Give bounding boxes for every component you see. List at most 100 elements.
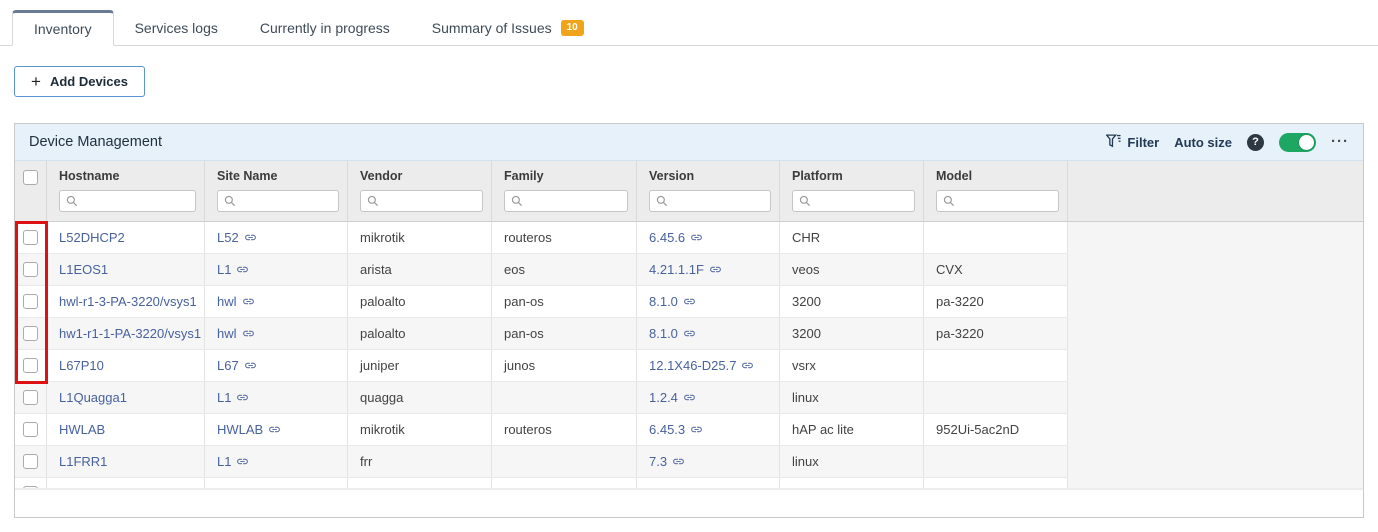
search-input-site[interactable]	[240, 194, 332, 208]
external-link-icon	[236, 391, 249, 404]
column-header-label: Vendor	[360, 169, 483, 183]
platform-value: veos	[792, 262, 819, 277]
column-header-model: Model	[924, 161, 1068, 221]
cell-version[interactable]: 8.1.0	[637, 318, 780, 349]
tab-currently-in-progress[interactable]: Currently in progress	[239, 10, 411, 45]
cell-version[interactable]: 6.45.6	[637, 222, 780, 253]
row-checkbox[interactable]	[23, 326, 38, 341]
cell-version[interactable]: 7.3	[637, 446, 780, 477]
issues-count-badge: 10	[561, 20, 584, 36]
cell-vendor: mikrotik	[348, 222, 492, 253]
cell-version[interactable]: 12.1X46-D25.7	[637, 350, 780, 381]
column-search-box	[792, 190, 915, 212]
cell-hostname	[47, 478, 205, 488]
row-checkbox-cell	[15, 318, 47, 349]
family-value: routeros	[504, 230, 552, 245]
cell-hostname[interactable]: L67P10	[47, 350, 205, 381]
search-input-family[interactable]	[527, 194, 621, 208]
external-link-icon	[672, 455, 685, 468]
add-devices-button[interactable]: + Add Devices	[14, 66, 145, 97]
family-value: pan-os	[504, 326, 544, 341]
cell-hostname[interactable]: hw1-r1-1-PA-3220/vsys1	[47, 318, 205, 349]
cell-version[interactable]: 6.45.3	[637, 414, 780, 445]
cell-model	[924, 222, 1068, 253]
search-input-model[interactable]	[959, 194, 1052, 208]
select-all-checkbox[interactable]	[23, 170, 38, 185]
device-management-panel: Device Management Filter Auto size ? ···	[14, 123, 1364, 518]
vendor-value: mikrotik	[360, 422, 405, 437]
row-checkbox[interactable]	[23, 390, 38, 405]
row-checkbox[interactable]	[23, 486, 38, 488]
row-checkbox-cell	[15, 414, 47, 445]
row-checkbox[interactable]	[23, 262, 38, 277]
platform-value: 3200	[792, 294, 821, 309]
row-checkbox-cell	[15, 350, 47, 381]
row-checkbox[interactable]	[23, 358, 38, 373]
vendor-value: arista	[360, 262, 392, 277]
cell-site[interactable]: hwl	[205, 286, 348, 317]
hostname-value: L1EOS1	[59, 262, 108, 277]
filter-label: Filter	[1127, 135, 1159, 150]
vendor-value: frr	[360, 454, 372, 469]
cell-platform: linux	[780, 382, 924, 413]
version-value: 6.45.6	[649, 230, 685, 245]
row-checkbox-cell	[15, 254, 47, 285]
cell-hostname[interactable]: L52DHCP2	[47, 222, 205, 253]
tab-inventory[interactable]: Inventory	[12, 10, 114, 46]
table-row: hw1-r1-1-PA-3220/vsys1hwlpaloalto pan-os 8…	[15, 318, 1068, 350]
cell-hostname[interactable]: L1FRR1	[47, 446, 205, 477]
cell-site[interactable]: hwl	[205, 318, 348, 349]
table-row-partial	[15, 478, 1068, 488]
cell-vendor: paloalto	[348, 286, 492, 317]
cell-model: pa-3220	[924, 318, 1068, 349]
search-input-platform[interactable]	[815, 194, 908, 208]
cell-site[interactable]: HWLAB	[205, 414, 348, 445]
cell-site[interactable]: L67	[205, 350, 348, 381]
tab-label: Services logs	[135, 20, 218, 36]
cell-hostname[interactable]: L1Quagga1	[47, 382, 205, 413]
toggle-knob	[1299, 135, 1314, 150]
autosize-toggle[interactable]	[1279, 133, 1316, 152]
tab-summary-of-issues[interactable]: Summary of Issues 10	[411, 10, 605, 45]
cell-family	[492, 478, 637, 488]
external-link-icon	[236, 263, 249, 276]
cell-version[interactable]: 1.2.4	[637, 382, 780, 413]
search-input-vendor[interactable]	[383, 194, 476, 208]
cell-site[interactable]: L52	[205, 222, 348, 253]
cell-platform: vsrx	[780, 350, 924, 381]
cell-hostname[interactable]: HWLAB	[47, 414, 205, 445]
cell-version[interactable]: 4.21.1.1F	[637, 254, 780, 285]
row-checkbox[interactable]	[23, 422, 38, 437]
platform-value: hAP ac lite	[792, 422, 854, 437]
hostname-value: hwl-r1-3-PA-3220/vsys1	[59, 294, 197, 309]
cell-version	[637, 478, 780, 488]
column-search-box	[217, 190, 339, 212]
column-header-family: Family	[492, 161, 637, 221]
cell-site[interactable]: L1	[205, 254, 348, 285]
site-value: hwl	[217, 294, 237, 309]
cell-family: pan-os	[492, 318, 637, 349]
tab-label: Summary of Issues	[432, 20, 552, 36]
more-options-button[interactable]: ···	[1331, 139, 1349, 145]
row-checkbox[interactable]	[23, 454, 38, 469]
cell-vendor: paloalto	[348, 318, 492, 349]
cell-hostname[interactable]: L1EOS1	[47, 254, 205, 285]
tab-services-logs[interactable]: Services logs	[114, 10, 239, 45]
row-checkbox[interactable]	[23, 294, 38, 309]
cell-site[interactable]: L1	[205, 446, 348, 477]
filter-button[interactable]: Filter	[1106, 134, 1159, 151]
row-checkbox-cell	[15, 286, 47, 317]
autosize-label: Auto size	[1174, 135, 1232, 150]
cell-model	[924, 382, 1068, 413]
search-input-version[interactable]	[672, 194, 764, 208]
cell-hostname[interactable]: hwl-r1-3-PA-3220/vsys1	[47, 286, 205, 317]
column-header-label: Family	[504, 169, 628, 183]
cell-site[interactable]: L1	[205, 382, 348, 413]
cell-version[interactable]: 8.1.0	[637, 286, 780, 317]
cell-vendor: juniper	[348, 350, 492, 381]
search-input-hostname[interactable]	[82, 194, 189, 208]
column-header-platform: Platform	[780, 161, 924, 221]
help-icon[interactable]: ?	[1247, 134, 1264, 151]
external-link-icon	[683, 327, 696, 340]
row-checkbox[interactable]	[23, 230, 38, 245]
